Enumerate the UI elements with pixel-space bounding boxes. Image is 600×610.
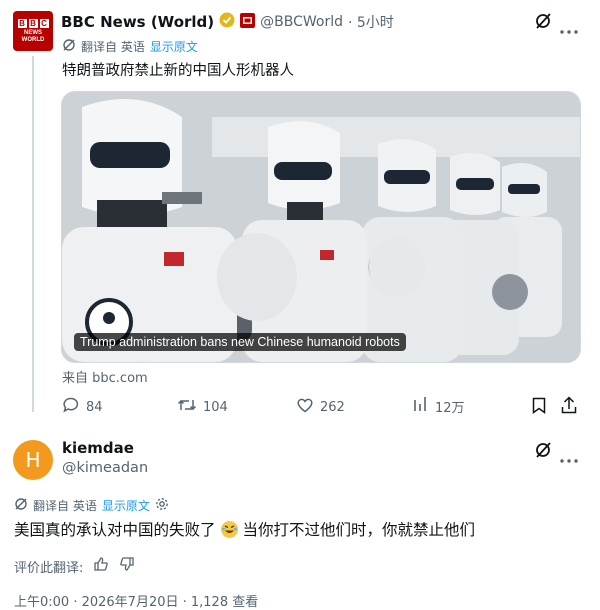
- reply-author-avatar[interactable]: H: [13, 440, 53, 480]
- like-icon: [296, 396, 314, 418]
- reply-author-name[interactable]: kiemdae: [62, 439, 134, 457]
- tweet-header: BBC News (World) @BBCWorld · 5小时: [61, 12, 394, 32]
- thumbs-down-icon[interactable]: [119, 556, 135, 576]
- translate-icon: [62, 38, 76, 55]
- reply-translated-from-label: 翻译自 英语: [33, 499, 97, 513]
- translation-note: 翻译自 英语 显示原文: [62, 38, 198, 55]
- retweet-count: 104: [203, 399, 228, 415]
- author-avatar[interactable]: BBC NEWS WORLD: [13, 11, 53, 51]
- reply-grok-icon[interactable]: [534, 441, 552, 463]
- like-count: 262: [320, 399, 345, 415]
- settings-icon[interactable]: [155, 497, 169, 514]
- thread-connector: [32, 56, 34, 412]
- bbc-logo: BBC: [17, 18, 49, 28]
- reply-show-original-link[interactable]: 显示原文: [102, 497, 150, 514]
- retweet-button[interactable]: 104: [177, 396, 228, 418]
- bbc-logo-sub: NEWS WORLD: [21, 29, 45, 43]
- tweet-image[interactable]: Trump administration bans new Chinese hu…: [61, 91, 581, 363]
- reply-translation-note: 翻译自 英语 显示原文: [14, 497, 169, 514]
- bookmark-icon[interactable]: [531, 397, 547, 418]
- robots-illustration: [62, 92, 580, 362]
- like-button[interactable]: 262: [296, 396, 345, 418]
- rate-translation-label: 评价此翻译:: [14, 560, 84, 576]
- reply-icon: [62, 396, 80, 418]
- reply-text-part2: 当你打不过他们时，你就禁止他们: [242, 521, 476, 539]
- reply-meta-partial: 上午0:00 · 2026年7月20日 · 1,128 查看: [14, 595, 259, 610]
- image-caption: Trump administration bans new Chinese hu…: [74, 333, 406, 351]
- bbc-affiliate-icon: [240, 12, 256, 32]
- reply-more-icon[interactable]: [560, 448, 578, 467]
- views-icon: [413, 396, 429, 416]
- share-icon[interactable]: [561, 396, 577, 418]
- reply-text: 美国真的承认对中国的失败了 当你打不过他们时，你就禁止他们: [14, 518, 475, 540]
- rate-translation: 评价此翻译:: [14, 556, 135, 576]
- views-count: 12万: [435, 400, 465, 416]
- more-icon[interactable]: [560, 19, 578, 38]
- show-original-link[interactable]: 显示原文: [150, 38, 198, 55]
- reply-author-handle[interactable]: @kimeadan: [62, 460, 148, 476]
- author-name[interactable]: BBC News (World): [61, 13, 214, 31]
- views-button[interactable]: 12万: [413, 396, 465, 416]
- thumbs-up-icon[interactable]: [93, 556, 109, 576]
- tweet-text: 特朗普政府禁止新的中国人形机器人: [62, 63, 294, 79]
- author-handle[interactable]: @BBCWorld: [260, 14, 343, 30]
- translated-from-label: 翻译自 英语: [81, 40, 145, 54]
- rofl-emoji-icon: [220, 520, 238, 538]
- grok-icon[interactable]: [534, 12, 552, 34]
- timestamp[interactable]: · 5小时: [348, 12, 394, 32]
- reply-count: 84: [86, 399, 103, 415]
- reply-text-part1: 美国真的承认对中国的失败了: [14, 521, 216, 539]
- reply-button[interactable]: 84: [62, 396, 103, 418]
- retweet-icon: [177, 396, 197, 418]
- translate-icon: [14, 497, 28, 514]
- card-source[interactable]: 来自 bbc.com: [62, 367, 148, 386]
- verified-badge-icon: [219, 12, 235, 32]
